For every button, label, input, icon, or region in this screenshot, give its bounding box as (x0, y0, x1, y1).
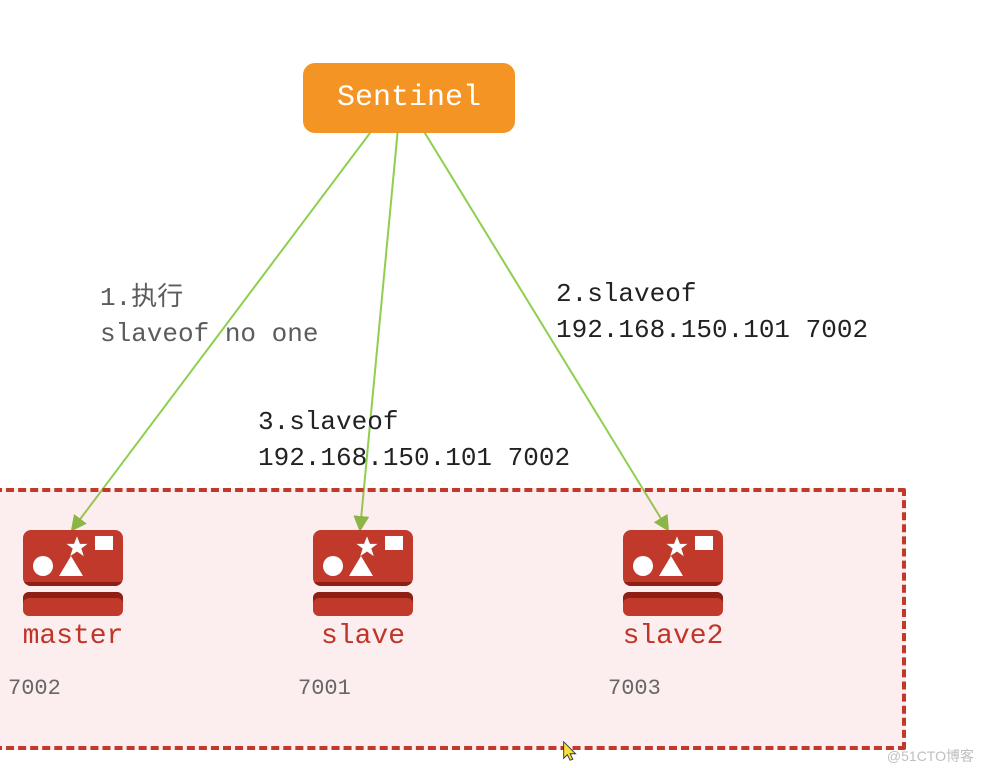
sentinel-box: Sentinel (303, 63, 515, 133)
node-port: 7002 (8, 676, 138, 701)
redis-node-slave2: slave2 7003 (608, 530, 738, 701)
mouse-cursor-icon (560, 740, 582, 762)
watermark: @51CTO博客 (887, 746, 974, 766)
annotation-1: 1.执行 slaveof no one (100, 280, 318, 353)
node-label: master (8, 621, 138, 652)
annotation-3: 3.slaveof 192.168.150.101 7002 (258, 404, 570, 477)
sentinel-label: Sentinel (337, 81, 481, 115)
redis-icon (23, 530, 123, 615)
diagram-canvas: Sentinel 1.执行 slaveof no one 2.slaveof 1… (0, 0, 982, 768)
annotation-2: 2.slaveof 192.168.150.101 7002 (556, 276, 868, 349)
redis-icon (623, 530, 723, 615)
redis-node-master: master 7002 (8, 530, 138, 701)
node-port: 7001 (298, 676, 428, 701)
redis-node-slave: slave 7001 (298, 530, 428, 701)
node-port: 7003 (608, 676, 738, 701)
redis-icon (313, 530, 413, 615)
node-label: slave2 (608, 621, 738, 652)
node-label: slave (298, 621, 428, 652)
